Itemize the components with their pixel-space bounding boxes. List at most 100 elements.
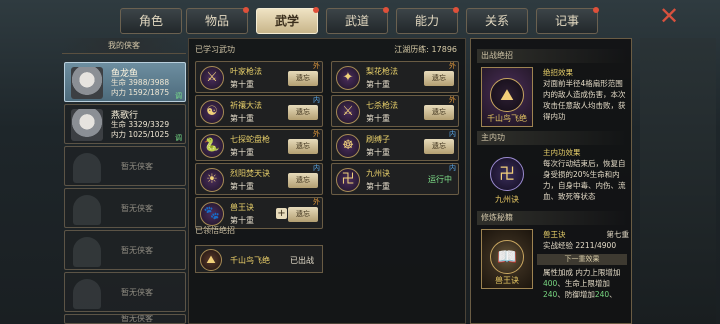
tab-6[interactable]: 记事	[536, 7, 599, 34]
background-scenery	[640, 38, 716, 324]
skill-level: 第十重	[366, 182, 390, 191]
jianghu-exp: 江湖历练: 17896	[394, 45, 457, 54]
notification-dot	[383, 7, 389, 13]
skill-name: 烈阳焚天诀	[230, 169, 270, 178]
tab-3[interactable]: 武道	[326, 7, 389, 34]
learned-skills-title: 已学习武功	[195, 45, 235, 54]
empty-slot-label: 暂无侠客	[121, 246, 153, 255]
forget-button[interactable]: 遗忘	[288, 139, 318, 154]
badge-label: 兽王诀	[495, 276, 519, 285]
forget-button[interactable]: 遗忘	[288, 173, 318, 188]
silhouette-icon	[73, 237, 101, 267]
forget-button[interactable]: 遗忘	[288, 71, 318, 86]
close-icon[interactable]: ✕	[656, 4, 682, 30]
ultimate-card[interactable]: ⛰ 千山鸟飞绝 已出战	[195, 245, 323, 273]
empty-knight-slot[interactable]: 暂无侠客	[64, 272, 186, 312]
skill-card[interactable]: ☸ 刷缚子 第十重 内遗忘	[331, 129, 459, 161]
tab-0[interactable]: 角色	[120, 8, 182, 34]
skill-icon: ⚔	[200, 66, 224, 90]
mountain-icon: ⛰	[490, 78, 524, 112]
forget-button[interactable]: 遗忘	[424, 105, 454, 120]
empty-knight-slot[interactable]: 暂无侠客	[64, 188, 186, 228]
skill-level: 第十重	[230, 114, 254, 123]
empty-knight-slot[interactable]: 暂无侠客	[64, 230, 186, 270]
empty-knight-slot[interactable]: 暂无侠客	[64, 314, 186, 324]
knight-card[interactable]: 燕歌行 生命 3329/3329 内力 1025/1025 调	[64, 104, 186, 144]
active-ultimate-title: 出战绝招	[477, 49, 627, 63]
inner-skill-badge[interactable]: 卍 九州诀	[481, 147, 533, 207]
game-screen: 角色 物品 武学 武道 能力 关系 记事 ✕ 我的侠客 鱼龙鱼 生命 3988/3988 内…	[0, 0, 720, 324]
tab-label: 角色	[138, 14, 163, 28]
badge-label: 九州诀	[495, 195, 519, 204]
tab-label: 记事	[554, 14, 579, 28]
skill-name: 七探蛇盘枪	[230, 135, 270, 144]
tab-label: 武学	[274, 14, 299, 28]
ultimate-badge[interactable]: ⛰ 千山鸟飞绝	[481, 67, 533, 127]
skill-level: 第十重	[366, 148, 390, 157]
next-level-effect: 属性加成 内力上限增加400、生命上限增加240、防御增加240、	[543, 268, 621, 299]
skill-type-badge: 内	[313, 96, 320, 104]
book-icon: 📖	[490, 240, 524, 274]
empty-slot-label: 暂无侠客	[121, 204, 153, 213]
knight-tag: 调	[175, 134, 182, 142]
avatar	[71, 67, 103, 99]
empty-slot-label: 暂无侠客	[121, 162, 153, 171]
manual-badge[interactable]: 📖 兽王诀	[481, 229, 533, 289]
manual-info: 兽王诀 第七重 实战经验 2211/4900	[543, 230, 629, 250]
forget-button[interactable]: 遗忘	[424, 71, 454, 86]
forget-button[interactable]: 遗忘	[424, 139, 454, 154]
empty-slot-label: 暂无侠客	[121, 288, 153, 297]
empty-slot-label: 暂无侠客	[121, 314, 153, 323]
cultivation-title: 修炼秘籍	[477, 211, 627, 225]
notification-dot	[313, 7, 319, 13]
skill-type-badge: 外	[449, 96, 456, 104]
knight-card[interactable]: 鱼龙鱼 生命 3988/3988 内力 1592/1875 调	[64, 62, 186, 102]
skill-name: 叶家枪法	[230, 67, 262, 76]
empty-knight-slot[interactable]: 暂无侠客	[64, 146, 186, 186]
forget-button[interactable]: 遗忘	[288, 207, 318, 222]
skill-level: 第十重	[366, 80, 390, 89]
skill-level: 第十重	[230, 148, 254, 157]
skill-type-badge: 外	[313, 62, 320, 70]
skill-card[interactable]: ⚔ 七杀枪法 第十重 外遗忘	[331, 95, 459, 127]
skill-card[interactable]: ⚔ 叶家枪法第十重 外遗忘	[195, 61, 323, 93]
main-inner-title: 主内功	[477, 131, 627, 145]
next-level-tab[interactable]: 下一重效果	[537, 254, 627, 265]
badge-label: 千山鸟飞绝	[487, 114, 527, 123]
notification-dot	[243, 7, 249, 13]
tab-4[interactable]: 能力	[396, 7, 459, 34]
skill-icon: ☯	[200, 100, 224, 124]
knight-list-panel: 我的侠客 鱼龙鱼 生命 3988/3988 内力 1592/1875 调 燕歌行…	[62, 38, 186, 324]
skill-card[interactable]: 卍九州诀 第十重 内运行中	[331, 163, 459, 195]
skill-card[interactable]: ✦ 梨花枪法 第十重 外遗忘	[331, 61, 459, 93]
silhouette-icon	[73, 195, 101, 225]
notification-dot	[593, 7, 599, 13]
notification-dot	[453, 7, 459, 13]
tab-1[interactable]: 物品	[186, 7, 249, 34]
plus-icon[interactable]: +	[276, 208, 287, 219]
skill-icon: ⚔	[336, 100, 360, 124]
skill-card[interactable]: 🐍 七探蛇盘枪 第十重 外遗忘	[195, 129, 323, 161]
skill-card[interactable]: ☯ 祈禳大法 第十重 内遗忘	[195, 95, 323, 127]
running-status: 运行中	[428, 175, 452, 184]
nine-provinces-icon: 卍	[490, 157, 524, 191]
skill-name: 刷缚子	[366, 135, 390, 144]
skill-icon: ✦	[336, 66, 360, 90]
skill-icon: 卍	[336, 168, 360, 192]
inner-effect-text: 主内功效果 每次行动结束后，恢复自身受损的20%生命和内力，自身中毒、内伤、流血…	[543, 148, 626, 201]
top-tab-bar: 角色 物品 武学 武道 能力 关系 记事	[120, 7, 599, 34]
skill-type-badge: 外	[449, 62, 456, 70]
skill-icon: ☸	[336, 134, 360, 158]
knight-mp: 内力 1592/1875	[111, 88, 170, 97]
tab-label: 能力	[414, 14, 439, 28]
tab-5[interactable]: 关系	[466, 8, 528, 34]
tab-label: 武道	[344, 14, 369, 28]
tab-2[interactable]: 武学	[256, 7, 319, 34]
ultimate-status: 已出战	[290, 256, 314, 265]
martial-arts-panel: 已学习武功 江湖历练: 17896 ⚔ 叶家枪法 第十重外遗忘 ✦ 梨花枪法 第十重外遗忘…	[188, 38, 466, 324]
forget-button[interactable]: 遗忘	[288, 105, 318, 120]
skill-level: 第十重	[230, 80, 254, 89]
skill-level: 第十重	[366, 114, 390, 123]
skill-name: 九州诀	[366, 169, 390, 178]
skill-card[interactable]: ☀ 烈阳焚天诀 第十重 内遗忘	[195, 163, 323, 195]
